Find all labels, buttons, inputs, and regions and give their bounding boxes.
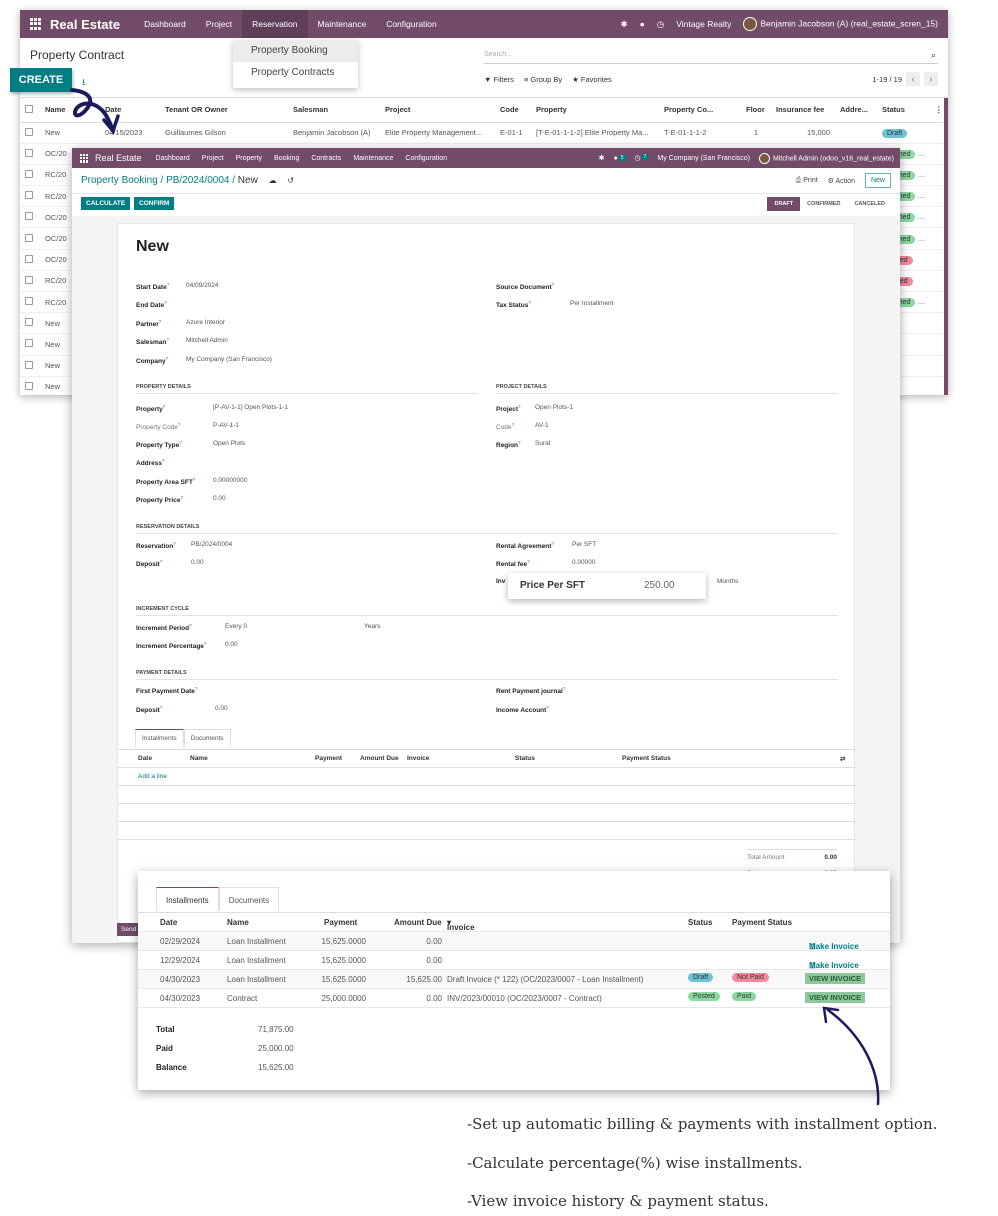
feature-note: -Calculate percentage(%) wise installmen… bbox=[467, 1154, 803, 1172]
feature-note: -Set up automatic billing & payments wit… bbox=[467, 1115, 938, 1133]
feature-note: -View invoice history & payment status. bbox=[467, 1192, 769, 1210]
view-invoice-arrow bbox=[826, 1008, 880, 1106]
annotation-arrows bbox=[70, 88, 880, 1106]
